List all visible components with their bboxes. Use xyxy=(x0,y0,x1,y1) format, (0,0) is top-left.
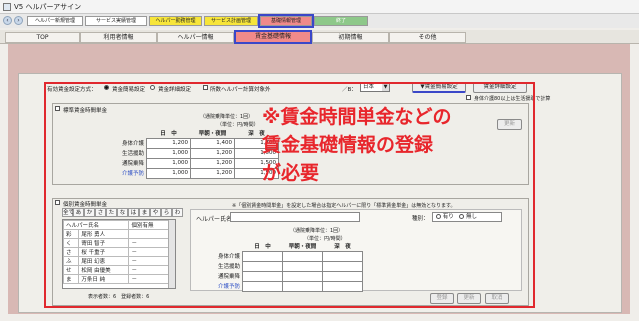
title-bar xyxy=(0,0,639,14)
subtab-other[interactable]: その他 xyxy=(389,32,466,43)
annotation-line: が必要 xyxy=(262,162,320,184)
tab-helper-schedule[interactable]: ヘルパー勤務管理 xyxy=(149,16,202,26)
tab-helper-new[interactable]: ヘルパー新規管理 xyxy=(27,16,83,26)
forward-arrow-icon[interactable]: › xyxy=(14,16,23,25)
app-icon xyxy=(3,3,11,11)
subtab-initial-info[interactable]: 初期情報 xyxy=(312,32,389,43)
annotation-line: 賃金基礎情報の登録 xyxy=(262,134,434,156)
back-arrow-icon[interactable]: ‹ xyxy=(3,16,12,25)
tab-service-plan[interactable]: サービス計画管理 xyxy=(204,16,258,26)
annotation-line: ※賃金時間単金などの xyxy=(262,106,452,128)
window-title: V5 ヘルパーアサイン xyxy=(14,3,82,11)
subtab-wage-info[interactable]: 賃金基礎情報 xyxy=(234,30,312,44)
tab-basic-info[interactable]: 基礎情報管理 xyxy=(258,14,314,28)
tab-exit[interactable]: 終了 xyxy=(314,16,368,26)
subtab-helper-info[interactable]: ヘルパー情報 xyxy=(157,32,234,43)
subtab-top[interactable]: TOP xyxy=(5,32,80,43)
tab-service-record[interactable]: サービス実績管理 xyxy=(85,16,147,26)
subtab-user-info[interactable]: 利用者情報 xyxy=(80,32,157,43)
annotation-text: ※賃金時間単金などの 賃金基礎情報の登録 が必要 xyxy=(262,103,522,187)
